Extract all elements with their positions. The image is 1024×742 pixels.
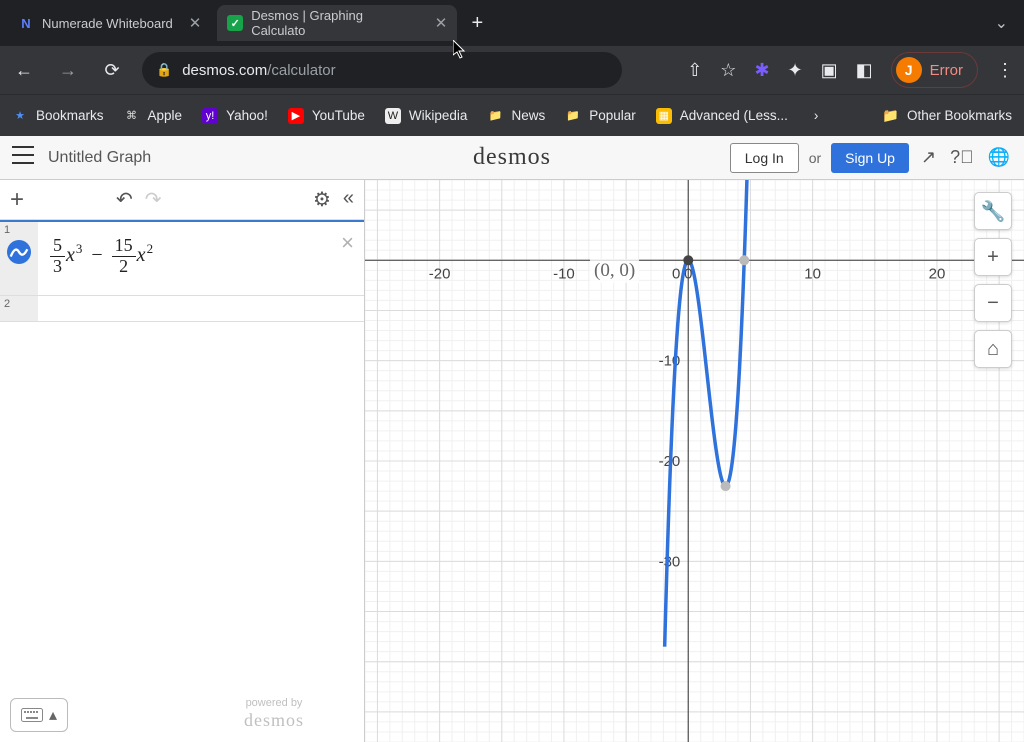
row-index: 1 — [4, 224, 10, 236]
bookmarks-overflow[interactable]: › — [814, 108, 819, 123]
extension-icon[interactable]: ✱ — [754, 60, 769, 81]
collapse-panel-button[interactable]: « — [343, 187, 354, 212]
cast-icon[interactable]: ▣ — [821, 60, 838, 81]
graph-title[interactable]: Untitled Graph — [48, 149, 151, 167]
menu-icon[interactable]: ⋮ — [996, 60, 1014, 81]
expression-gutter[interactable]: 1 — [0, 222, 38, 295]
row-index: 2 — [4, 298, 10, 310]
tab-strip: N Numerade Whiteboard ✕ ✓ Desmos | Graph… — [0, 0, 1024, 46]
add-expression-button[interactable]: + — [10, 186, 24, 214]
bookmark-yahoo[interactable]: y!Yahoo! — [202, 108, 268, 124]
bookmark-popular[interactable]: 📁Popular — [565, 108, 636, 124]
browser-toolbar: ← → ⟳ 🔒 desmos.com/calculator ⇧ ☆ ✱ ✦ ▣ … — [0, 46, 1024, 94]
language-icon[interactable]: 🌐 — [986, 147, 1012, 168]
expression-row-1[interactable]: 1 53x3 − 152x2 × — [0, 220, 364, 296]
url-path: /calculator — [267, 62, 335, 79]
expression-toolbar: + ↶ ↷ ⚙ « — [0, 180, 364, 220]
login-button[interactable]: Log In — [730, 143, 799, 173]
tab-label: Desmos | Graphing Calculato — [251, 8, 419, 38]
profile-chip[interactable]: J Error — [891, 52, 978, 88]
close-icon[interactable]: ✕ — [435, 14, 448, 32]
lock-icon: 🔒 — [156, 62, 172, 78]
tab-desmos[interactable]: ✓ Desmos | Graphing Calculato ✕ — [217, 5, 457, 41]
share-icon[interactable]: ↗ — [919, 147, 938, 168]
zoom-in-button[interactable]: + — [974, 238, 1012, 276]
point-label: (0, 0) — [590, 259, 639, 283]
bookmarks-bar: ★Bookmarks ⌘Apple y!Yahoo! ▶YouTube WWik… — [0, 94, 1024, 136]
signup-button[interactable]: Sign Up — [831, 143, 909, 173]
back-button[interactable]: ← — [10, 56, 38, 84]
bookmark-advanced[interactable]: ▦Advanced (Less... — [656, 108, 788, 124]
settings-icon[interactable]: ⚙ — [313, 187, 331, 212]
favicon-numerade: N — [18, 15, 34, 31]
tab-numerade[interactable]: N Numerade Whiteboard ✕ — [8, 5, 211, 41]
reload-button[interactable]: ⟳ — [98, 56, 126, 84]
redo-button[interactable]: ↷ — [145, 187, 162, 212]
powered-by: powered by desmos — [244, 697, 304, 732]
profile-label: Error — [930, 62, 963, 79]
home-button[interactable]: ⌂ — [974, 330, 1012, 368]
favicon-desmos: ✓ — [227, 15, 243, 31]
share-icon[interactable]: ⇧ — [687, 60, 702, 81]
or-text: or — [809, 150, 821, 166]
bookmark-apple[interactable]: ⌘Apple — [124, 108, 183, 124]
avatar: J — [896, 57, 922, 83]
other-bookmarks[interactable]: 📁Other Bookmarks — [882, 108, 1012, 124]
bookmark-bookmarks[interactable]: ★Bookmarks — [12, 108, 104, 124]
tabs-dropdown[interactable]: ⌄ — [987, 9, 1016, 37]
extensions-icon[interactable]: ✦ — [788, 60, 803, 81]
bookmark-news[interactable]: 📁News — [487, 108, 545, 124]
expression-input[interactable] — [38, 296, 364, 321]
delete-expression-button[interactable]: × — [341, 230, 354, 256]
address-bar[interactable]: 🔒 desmos.com/calculator — [142, 52, 622, 88]
expression-color-icon[interactable] — [7, 240, 31, 264]
undo-button[interactable]: ↶ — [116, 187, 133, 212]
expression-row-2[interactable]: 2 — [0, 296, 364, 322]
forward-button[interactable]: → — [54, 56, 82, 84]
bookmark-wikipedia[interactable]: WWikipedia — [385, 108, 468, 124]
star-icon[interactable]: ☆ — [720, 60, 736, 81]
menu-button[interactable] — [12, 146, 36, 169]
svg-text:-10: -10 — [553, 265, 575, 282]
bookmark-youtube[interactable]: ▶YouTube — [288, 108, 365, 124]
help-icon[interactable]: ?⃝ — [948, 147, 976, 168]
graph-canvas[interactable]: -20-10010200-10-20-30 — [365, 180, 1024, 742]
chevron-up-icon: ▴ — [49, 705, 57, 725]
url-domain: desmos.com — [182, 62, 267, 79]
wrench-button[interactable]: 🔧 — [974, 192, 1012, 230]
graph-area[interactable]: -20-10010200-10-20-30 (0, 0) 🔧 + − ⌂ — [365, 180, 1024, 742]
zoom-out-button[interactable]: − — [974, 284, 1012, 322]
tab-label: Numerade Whiteboard — [42, 16, 173, 31]
svg-text:-20: -20 — [429, 265, 451, 282]
graph-controls: 🔧 + − ⌂ — [974, 192, 1012, 368]
sidepanel-icon[interactable]: ◧ — [856, 60, 873, 81]
desmos-logo: desmos — [473, 144, 551, 171]
svg-text:-30: -30 — [659, 553, 681, 570]
expression-input[interactable]: 53x3 − 152x2 — [38, 222, 364, 295]
keyboard-toggle[interactable]: ▴ — [10, 698, 68, 732]
close-icon[interactable]: ✕ — [189, 14, 202, 32]
new-tab-button[interactable]: + — [463, 9, 491, 37]
expression-panel: + ↶ ↷ ⚙ « 1 53x3 − 152x2 — [0, 180, 365, 742]
desmos-header: Untitled Graph desmos Log In or Sign Up … — [0, 136, 1024, 180]
svg-text:10: 10 — [804, 265, 821, 282]
svg-text:0: 0 — [672, 265, 680, 282]
svg-text:20: 20 — [929, 265, 946, 282]
